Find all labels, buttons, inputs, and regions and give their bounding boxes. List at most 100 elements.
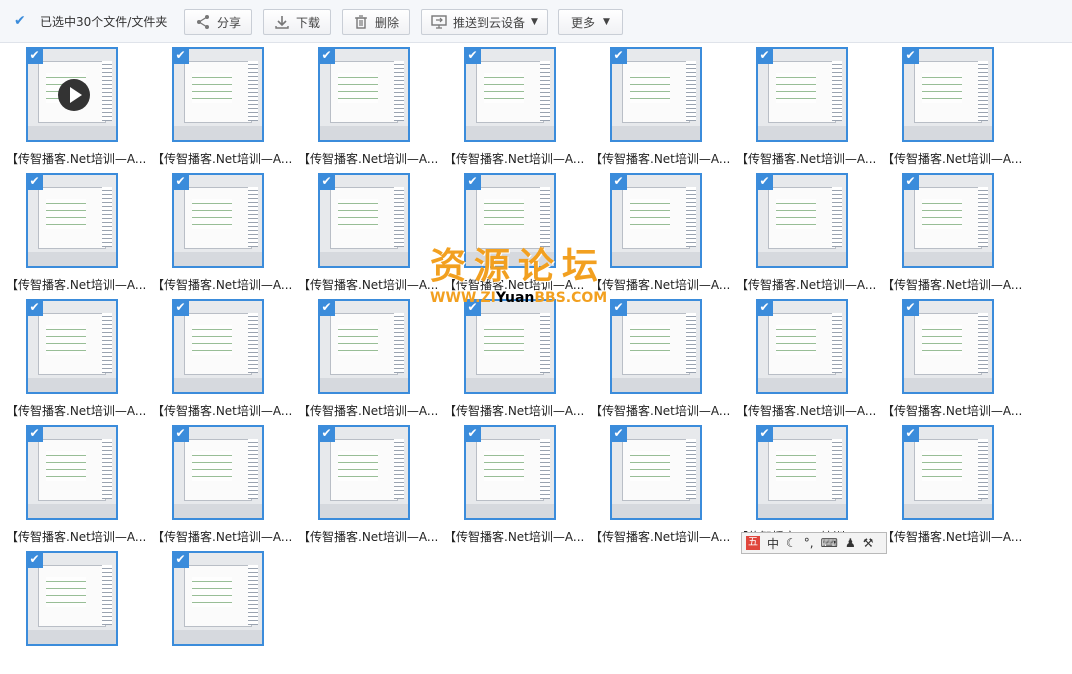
file-item[interactable]: ✔ 【传智播客.Net培训—A... (0, 44, 146, 170)
file-name[interactable]: 【传智播客.Net培训—A... (298, 528, 438, 545)
checkbox-checked-icon[interactable]: ✔ (756, 173, 773, 190)
checkbox-checked-icon[interactable]: ✔ (610, 47, 627, 64)
file-name[interactable]: 【传智播客.Net培训—A... (590, 276, 730, 293)
file-name[interactable]: 【传智播客.Net培训—A... (882, 402, 1022, 419)
file-name[interactable]: 【传智播客.Net培训—A... (444, 528, 584, 545)
file-name[interactable]: 【传智播客.Net培训—A... (298, 276, 438, 293)
share-button[interactable]: 分享 (184, 9, 252, 35)
checkbox-checked-icon[interactable]: ✔ (318, 425, 335, 442)
file-name[interactable]: 【传智播客.Net培训—A... (152, 150, 292, 167)
file-item[interactable]: ✔ 【传智播客.Net培训—A... (876, 170, 1022, 296)
checkbox-checked-icon[interactable]: ✔ (172, 173, 189, 190)
checkbox-checked-icon[interactable]: ✔ (756, 425, 773, 442)
checkbox-checked-icon[interactable]: ✔ (172, 425, 189, 442)
file-item[interactable]: ✔ 【传智播客.Net培训—A... (0, 296, 146, 422)
play-icon[interactable] (58, 79, 90, 111)
file-item[interactable]: ✔ 【传智播客.Net培训—A... (0, 422, 146, 548)
file-item[interactable]: ✔ (0, 548, 146, 674)
checkbox-checked-icon[interactable]: ✔ (464, 425, 481, 442)
file-item[interactable]: ✔ 【传智播客.Net培训—A... (876, 296, 1022, 422)
checkbox-checked-icon[interactable]: ✔ (902, 299, 919, 316)
file-item[interactable]: ✔ 【传智播客.Net培训—A... (438, 44, 584, 170)
file-item[interactable]: ✔ 【传智播客.Net培训—A... (292, 296, 438, 422)
file-item[interactable]: ✔ 【传智播客.Net培训—A... (876, 422, 1022, 548)
file-item[interactable]: ✔ 【传智播客.Net培训—A... (292, 170, 438, 296)
file-name[interactable]: 【传智播客.Net培训—A... (6, 402, 146, 419)
file-name[interactable]: 【传智播客.Net培训—A... (444, 276, 584, 293)
punctuation-icon[interactable]: °, (804, 536, 814, 550)
more-button[interactable]: 更多 ▼ (558, 9, 623, 35)
file-item[interactable]: ✔ 【传智播客.Net培训—A... (146, 422, 292, 548)
file-item[interactable]: ✔ 【传智播客.Net培训—A... (438, 296, 584, 422)
file-item[interactable]: ✔ (146, 548, 292, 674)
checkbox-checked-icon[interactable]: ✔ (318, 173, 335, 190)
checkbox-checked-icon[interactable]: ✔ (610, 425, 627, 442)
file-name[interactable]: 【传智播客.Net培训—A... (590, 528, 730, 545)
file-item[interactable]: ✔ 【传智播客.Net培训—A... (0, 170, 146, 296)
checkbox-checked-icon[interactable]: ✔ (464, 47, 481, 64)
checkbox-checked-icon[interactable]: ✔ (26, 299, 43, 316)
file-item[interactable]: ✔ 【传智播客.Net培训—A... (730, 170, 876, 296)
file-item[interactable]: ✔ 【传智播客.Net培训—A... (730, 44, 876, 170)
file-item[interactable]: ✔ 【传智播客.Net培训—A... (292, 422, 438, 548)
checkbox-checked-icon[interactable]: ✔ (756, 299, 773, 316)
file-name[interactable]: 【传智播客.Net培训—A... (882, 150, 1022, 167)
user-icon[interactable]: ♟ (845, 536, 856, 550)
file-name[interactable]: 【传智播客.Net培训—A... (6, 150, 146, 167)
file-item[interactable]: ✔ 【传智播客.Net培训—A... (730, 296, 876, 422)
file-item[interactable]: ✔ 【传智播客.Net培训—A... (584, 296, 730, 422)
checkbox-checked-icon[interactable]: ✔ (902, 47, 919, 64)
download-button[interactable]: 下载 (263, 9, 331, 35)
checkbox-checked-icon[interactable]: ✔ (26, 173, 43, 190)
delete-button[interactable]: 删除 (342, 9, 410, 35)
checkbox-checked-icon[interactable]: ✔ (610, 173, 627, 190)
file-name[interactable]: 【传智播客.Net培训—A... (152, 276, 292, 293)
checkbox-checked-icon[interactable]: ✔ (464, 173, 481, 190)
checkmark-icon[interactable]: ✔ (14, 14, 28, 28)
file-name[interactable]: 【传智播客.Net培训—A... (444, 402, 584, 419)
file-item[interactable]: ✔ 【传智播客.Net培训—A... (584, 44, 730, 170)
file-item[interactable]: ✔ 【传智播客.Net培训—A... (438, 170, 584, 296)
file-name[interactable]: 【传智播客.Net培训—A... (590, 402, 730, 419)
file-name[interactable]: 【传智播客.Net培训—A... (298, 150, 438, 167)
file-item[interactable]: ✔ 【传智播客.Net培训—A... (146, 170, 292, 296)
file-name[interactable]: 【传智播客.Net培训—A... (590, 150, 730, 167)
file-name[interactable]: 【传智播客.Net培训—A... (736, 402, 876, 419)
file-name[interactable]: 【传智播客.Net培训—A... (6, 276, 146, 293)
checkbox-checked-icon[interactable]: ✔ (610, 299, 627, 316)
file-name[interactable]: 【传智播客.Net培训—A... (882, 528, 1022, 545)
checkbox-checked-icon[interactable]: ✔ (464, 299, 481, 316)
file-name[interactable]: 【传智播客.Net培训—A... (882, 276, 1022, 293)
file-name[interactable]: 【传智播客.Net培训—A... (736, 150, 876, 167)
file-item[interactable]: ✔ 【传智播客.Net培训—A... (584, 422, 730, 548)
file-name[interactable]: 【传智播客.Net培训—A... (298, 402, 438, 419)
ime-mode[interactable]: 中 (767, 535, 779, 552)
checkbox-checked-icon[interactable]: ✔ (902, 425, 919, 442)
push-to-device-button[interactable]: 推送到云设备 ▼ (421, 9, 548, 35)
file-name[interactable]: 【传智播客.Net培训—A... (444, 150, 584, 167)
checkbox-checked-icon[interactable]: ✔ (26, 425, 43, 442)
file-item[interactable]: ✔【传智播客.Net培训—A... (146, 296, 292, 422)
file-name[interactable]: 【传智播客.Net培训—A... (152, 528, 292, 545)
keyboard-icon[interactable]: ⌨ (821, 536, 838, 550)
file-name[interactable]: 【传智播客.Net培训—A... (6, 528, 146, 545)
file-item[interactable]: ✔ 【传智播客.Net培训—A... (146, 44, 292, 170)
checkbox-checked-icon[interactable]: ✔ (902, 173, 919, 190)
select-all[interactable]: ✔ 已选中30个文件/文件夹 (14, 11, 167, 31)
checkbox-checked-icon[interactable]: ✔ (172, 47, 189, 64)
checkbox-checked-icon[interactable]: ✔ (756, 47, 773, 64)
checkbox-checked-icon[interactable]: ✔ (318, 299, 335, 316)
checkbox-checked-icon[interactable]: ✔ (172, 299, 189, 316)
file-item[interactable]: ✔ 【传智播客.Net培训—A... (876, 44, 1022, 170)
checkbox-checked-icon[interactable]: ✔ (318, 47, 335, 64)
moon-icon[interactable]: ☾ (786, 536, 797, 550)
ime-toolbar[interactable]: 五 中 ☾ °, ⌨ ♟ ⚒ (741, 532, 887, 554)
file-item[interactable]: ✔【传智播客.Net培训—A... (730, 422, 876, 548)
file-name[interactable]: 【传智播客.Net培训—A... (736, 276, 876, 293)
checkbox-checked-icon[interactable]: ✔ (26, 551, 43, 568)
file-item[interactable]: ✔ 【传智播客.Net培训—A... (438, 422, 584, 548)
wrench-icon[interactable]: ⚒ (863, 536, 874, 550)
checkbox-checked-icon[interactable]: ✔ (26, 47, 43, 64)
checkbox-checked-icon[interactable]: ✔ (172, 551, 189, 568)
file-item[interactable]: ✔ 【传智播客.Net培训—A... (292, 44, 438, 170)
